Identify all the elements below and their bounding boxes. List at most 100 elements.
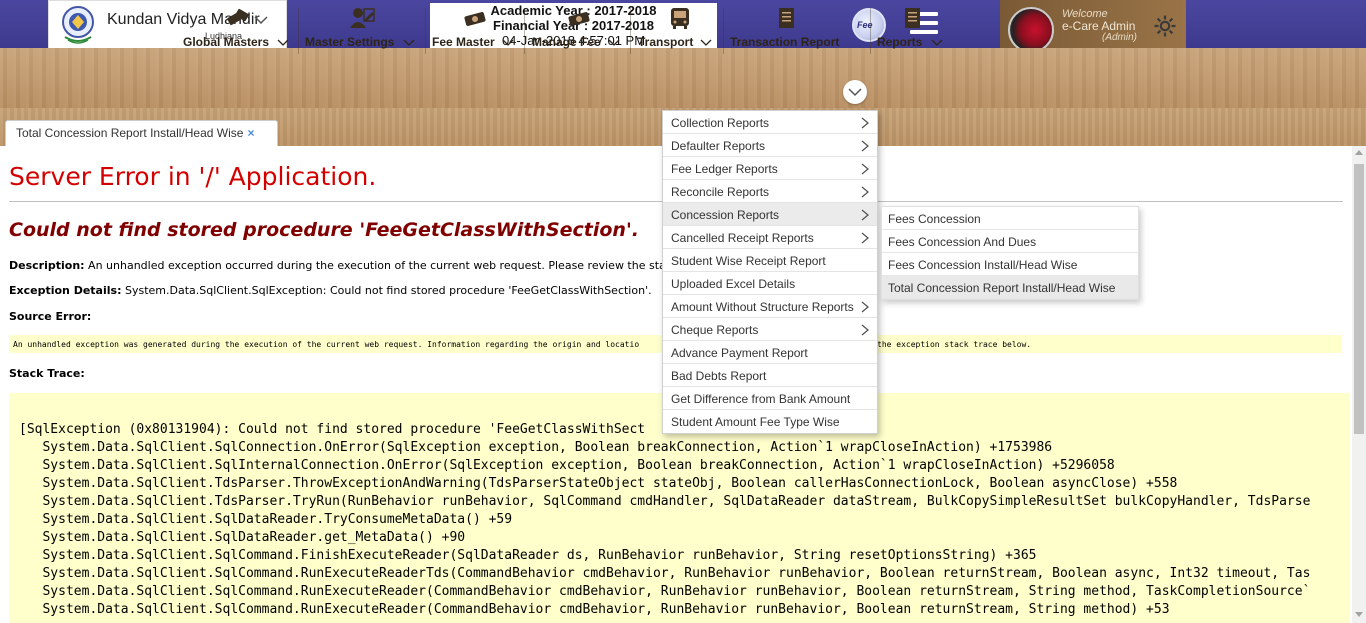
submenu-item-fees-concession-and-dues[interactable]: Fees Concession And Dues	[882, 230, 1138, 253]
stack-line: System.Data.SqlClient.SqlCommand.FinishE…	[19, 548, 1037, 563]
menu-item-label: Student Wise Receipt Report	[671, 254, 826, 268]
menu-item-advance-payment-report[interactable]: Advance Payment Report	[663, 341, 877, 364]
submenu-item-label: Total Concession Report Install/Head Wis…	[888, 281, 1116, 295]
user-role: (Admin)	[1102, 32, 1138, 43]
stack-line: System.Data.SqlClient.SqlCommand.RunExec…	[19, 566, 1311, 581]
source-text: An unhandled exception was generated dur…	[13, 340, 640, 349]
chevron-down-icon	[277, 39, 289, 46]
menu-item-fee-ledger-reports[interactable]: Fee Ledger Reports	[663, 157, 877, 180]
description-text: An unhandled exception occurred during t…	[84, 259, 729, 272]
nav-label: Master Settings	[305, 35, 395, 49]
nav-transaction-report-toggle[interactable]	[843, 80, 867, 104]
menu-item-label: Defaulter Reports	[671, 139, 766, 153]
nav-divider	[630, 8, 631, 54]
stack-line: System.Data.SqlClient.TdsParser.ThrowExc…	[19, 476, 1178, 491]
source-tail: the exception stack trace below.	[877, 340, 1032, 349]
menu-item-label: Student Amount Fee Type Wise	[671, 415, 840, 429]
menu-item-label: Cheque Reports	[671, 323, 759, 337]
gear-icon[interactable]	[1153, 14, 1177, 38]
submenu-item-total-concession-report[interactable]: Total Concession Report Install/Head Wis…	[882, 276, 1138, 299]
menu-item-get-difference-bank-amount[interactable]: Get Difference from Bank Amount	[663, 387, 877, 410]
menu-item-student-wise-receipt-report[interactable]: Student Wise Receipt Report	[663, 249, 877, 272]
scroll-thumb[interactable]	[1354, 164, 1364, 434]
concession-reports-submenu: Fees Concession Fees Concession And Dues…	[881, 206, 1139, 300]
stack-line: System.Data.SqlClient.SqlDataReader.get_…	[19, 530, 466, 545]
submenu-item-fees-concession[interactable]: Fees Concession	[882, 207, 1138, 230]
menu-item-label: Reconcile Reports	[671, 185, 770, 199]
bus-icon	[671, 8, 689, 29]
stack-line: System.Data.SqlClient.SqlConnection.OnEr…	[19, 440, 1053, 455]
nav-fee-master[interactable]: Fee Master	[432, 4, 518, 54]
menu-item-label: Cancelled Receipt Reports	[671, 231, 814, 245]
error-message: Could not find stored procedure 'FeeGetC…	[9, 219, 639, 241]
chevron-right-icon	[861, 324, 869, 336]
menu-item-defaulter-reports[interactable]: Defaulter Reports	[663, 134, 877, 157]
menu-item-uploaded-excel-details[interactable]: Uploaded Excel Details	[663, 272, 877, 295]
exception-label: Exception Details:	[9, 284, 122, 297]
stack-line: System.Data.SqlClient.SqlDataReader.TryC…	[19, 512, 513, 527]
nav-label: Transaction Report	[730, 35, 840, 49]
nav-global-masters[interactable]: Global Masters	[183, 4, 293, 54]
exception-text: System.Data.SqlClient.SqlException: Coul…	[121, 284, 652, 297]
nav-label: Global Masters	[183, 35, 270, 49]
nav-label: Manage Fee	[532, 35, 601, 49]
menu-item-label: Get Difference from Bank Amount	[671, 392, 851, 406]
chevron-right-icon	[861, 209, 869, 221]
menu-item-label: Advance Payment Report	[671, 346, 808, 360]
menu-item-reconcile-reports[interactable]: Reconcile Reports	[663, 180, 877, 203]
tab-label: Total Concession Report Install/Head Wis…	[16, 126, 244, 140]
source-error-heading: Source Error:	[9, 310, 91, 323]
stack-label: Stack Trace:	[9, 367, 85, 380]
nav-transaction-report[interactable]: Transaction Report	[730, 4, 842, 54]
menu-item-label: Collection Reports	[671, 116, 770, 130]
stack-line: System.Data.SqlClient.SqlInternalConnect…	[19, 458, 1115, 473]
stack-line: System.Data.SqlClient.TdsParser.TryRun(R…	[19, 494, 1311, 509]
nav-transport[interactable]: Transport	[638, 4, 722, 54]
user-name: e-Care Admin	[1062, 19, 1136, 33]
scroll-down-arrow-icon[interactable]	[1355, 612, 1363, 617]
chevron-right-icon	[861, 163, 869, 175]
menu-item-cheque-reports[interactable]: Cheque Reports	[663, 318, 877, 341]
menu-item-collection-reports[interactable]: Collection Reports	[663, 111, 877, 134]
nav-reports[interactable]: Reports	[877, 4, 947, 54]
menu-item-label: Amount Without Structure Reports	[671, 300, 854, 314]
chevron-right-icon	[861, 186, 869, 198]
vertical-scrollbar[interactable]	[1352, 146, 1366, 623]
exception-details: Exception Details: System.Data.SqlClient…	[9, 284, 652, 297]
nav-manage-fee[interactable]: Manage Fee	[532, 4, 626, 54]
description-label: Description:	[9, 259, 85, 272]
menu-item-student-amount-fee-type-wise[interactable]: Student Amount Fee Type Wise	[663, 410, 877, 433]
transaction-report-menu: Collection Reports Defaulter Reports Fee…	[662, 110, 878, 434]
page-title: Server Error in '/' Application.	[9, 162, 377, 191]
nav-divider	[524, 8, 525, 54]
avatar	[1008, 7, 1054, 53]
menu-item-concession-reports[interactable]: Concession Reports	[663, 203, 877, 226]
submenu-item-label: Fees Concession Install/Head Wise	[888, 258, 1078, 272]
chevron-down-icon	[700, 39, 712, 46]
stack-trace-heading: Stack Trace:	[9, 367, 85, 380]
chevron-right-icon	[861, 117, 869, 129]
menu-item-label: Bad Debts Report	[671, 369, 767, 383]
menu-item-cancelled-receipt-reports[interactable]: Cancelled Receipt Reports	[663, 226, 877, 249]
close-icon[interactable]: ×	[247, 126, 254, 140]
source-label: Source Error:	[9, 310, 92, 323]
submenu-item-fees-concession-install-head-wise[interactable]: Fees Concession Install/Head Wise	[882, 253, 1138, 276]
chevron-right-icon	[861, 232, 869, 244]
nav-master-settings[interactable]: Master Settings	[305, 4, 419, 54]
menu-item-amount-without-structure-reports[interactable]: Amount Without Structure Reports	[663, 295, 877, 318]
main-nav	[0, 48, 1366, 108]
tab-total-concession-report[interactable]: Total Concession Report Install/Head Wis…	[5, 120, 278, 146]
scroll-up-arrow-icon[interactable]	[1355, 150, 1363, 155]
chevron-down-icon	[502, 39, 514, 46]
chevron-right-icon	[861, 140, 869, 152]
nav-divider	[298, 8, 299, 54]
menu-item-bad-debts-report[interactable]: Bad Debts Report	[663, 364, 877, 387]
reports-icon	[905, 8, 920, 28]
submenu-item-label: Fees Concession And Dues	[888, 235, 1037, 249]
chevron-down-icon	[848, 88, 862, 97]
stack-line: System.Data.SqlClient.SqlCommand.RunExec…	[19, 602, 1170, 617]
chevron-right-icon	[861, 301, 869, 313]
school-crest-icon	[62, 6, 94, 44]
nav-divider	[870, 8, 871, 54]
nav-label: Fee Master	[432, 35, 495, 49]
